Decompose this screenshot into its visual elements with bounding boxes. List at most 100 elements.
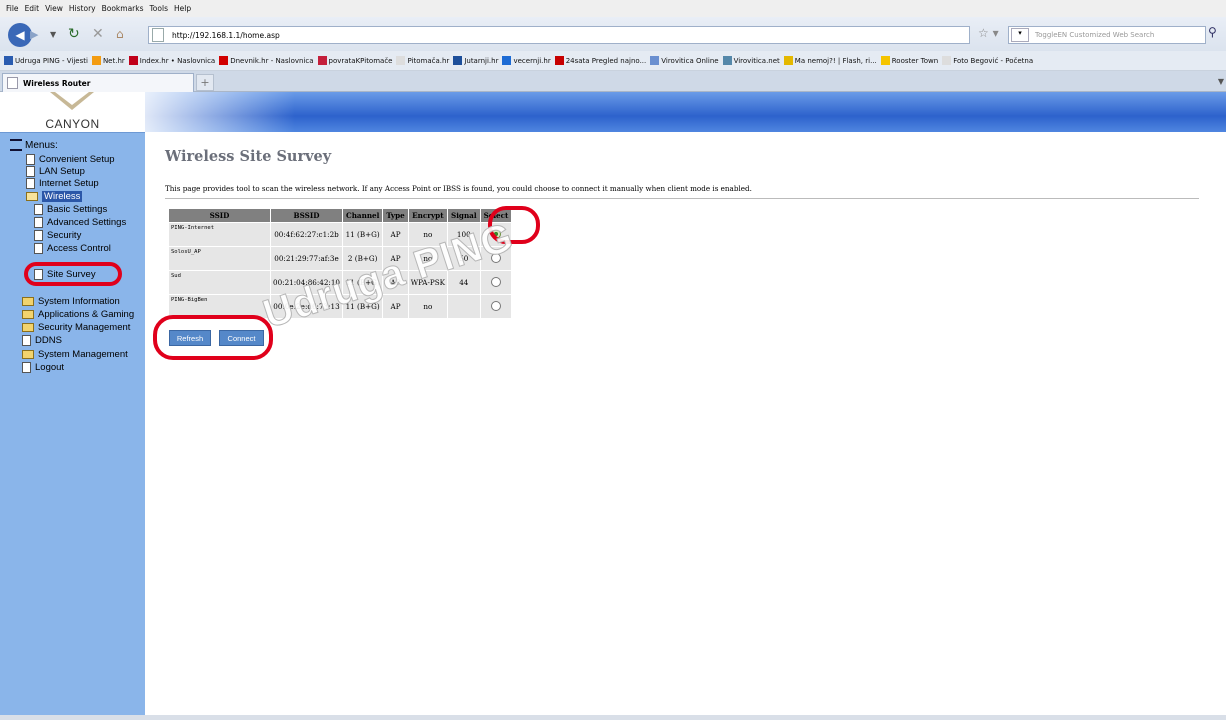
document-icon <box>34 230 43 241</box>
bookmark-item[interactable]: Ma nemoj?! | Flash, ri... <box>783 56 877 65</box>
sidebar-item-label: Logout <box>35 362 65 373</box>
bookmark-item[interactable]: Jutarnji.hr <box>453 56 498 65</box>
highlight-buttons <box>153 315 273 360</box>
bookmark-item[interactable]: povrataKPitomače <box>317 56 392 65</box>
table-header-row: SSID BSSID Channel Type Encrypt Signal S… <box>168 208 513 223</box>
bookmark-label: Dnevnik.hr - Naslovnica <box>230 56 314 65</box>
sidebar-item-label: System Information <box>38 296 120 307</box>
bookmark-item[interactable]: Rooster Town <box>880 56 938 65</box>
cell-signal <box>447 294 481 319</box>
cell-bssid: 00:4f:62:27:c1:2b <box>270 222 343 247</box>
sidebar-item-advanced-settings[interactable]: Advanced Settings <box>34 217 126 228</box>
search-icon[interactable]: ⚲ <box>1208 25 1217 39</box>
tab-wireless-router[interactable]: Wireless Router <box>2 73 194 92</box>
history-dropdown-icon[interactable]: ▼ <box>50 23 56 45</box>
address-bar[interactable]: http://192.168.1.1/home.asp <box>148 26 970 44</box>
sidebar-item-label: Security Management <box>38 322 131 333</box>
cell-ssid: PING-Internet <box>168 222 271 247</box>
cell-select <box>479 270 513 295</box>
bookmark-favicon-icon <box>554 56 564 65</box>
menu-bookmarks[interactable]: Bookmarks <box>102 4 144 13</box>
bookmark-favicon-icon <box>317 56 327 65</box>
canyon-logo: CANYON <box>0 92 145 132</box>
sidebar-item-system-management[interactable]: System Management <box>22 349 128 360</box>
sidebar-item-wireless[interactable]: Wireless <box>26 191 83 202</box>
document-icon <box>34 204 43 215</box>
bookmark-item[interactable]: Udruga PING - Vijesti <box>4 56 88 65</box>
browser-menubar: File Edit View History Bookmarks Tools H… <box>0 0 1226 17</box>
col-signal: Signal <box>447 208 481 223</box>
sidebar-item-label: Security <box>47 230 82 241</box>
sidebar-item-label: Convenient Setup <box>39 154 115 165</box>
col-ssid: SSID <box>168 208 271 223</box>
sidebar-item-applications-gaming[interactable]: Applications & Gaming <box>22 309 134 320</box>
bookmark-label: Ma nemoj?! | Flash, ri... <box>794 56 877 65</box>
bookmark-item[interactable]: vecernji.hr <box>502 56 551 65</box>
document-icon <box>22 335 31 346</box>
tab-page-icon <box>7 77 18 89</box>
sidebar-item-security[interactable]: Security <box>34 230 81 241</box>
cell-ssid: Sud <box>168 270 271 295</box>
sidebar-item-label: Internet Setup <box>39 178 99 189</box>
reload-icon[interactable]: ↻ <box>68 23 80 45</box>
sidebar-item-internet-setup[interactable]: Internet Setup <box>26 178 99 189</box>
bookmark-item[interactable]: Pitomača.hr <box>396 56 449 65</box>
sidebar-item-convenient-setup[interactable]: Convenient Setup <box>26 154 115 165</box>
bookmark-star-icon[interactable]: ☆ ▾ <box>978 26 999 40</box>
sidebar-item-system-information[interactable]: System Information <box>22 296 120 307</box>
menu-tools[interactable]: Tools <box>150 4 168 13</box>
bookmark-label: Virovitica.net <box>733 56 780 65</box>
document-icon <box>26 166 35 177</box>
bookmark-item[interactable]: Virovitica Online <box>650 56 719 65</box>
menu-file[interactable]: File <box>6 4 19 13</box>
cell-type: AP <box>382 222 409 247</box>
new-tab-button[interactable]: + <box>196 74 214 91</box>
menu-history[interactable]: History <box>69 4 96 13</box>
bookmark-item[interactable]: 24sata Pregled najno... <box>554 56 647 65</box>
tab-title: Wireless Router <box>23 78 91 88</box>
bookmark-favicon-icon <box>4 56 13 65</box>
menu-view[interactable]: View <box>45 4 63 13</box>
document-icon <box>22 362 31 373</box>
search-engine-icon[interactable]: ▾ <box>1011 28 1029 42</box>
tab-list-icon[interactable]: ▼ <box>1218 77 1224 86</box>
document-icon <box>34 243 43 254</box>
page-description: This page provides tool to scan the wire… <box>165 184 752 193</box>
cell-select <box>479 294 513 319</box>
home-icon[interactable]: ⌂ <box>116 23 124 45</box>
folder-icon <box>22 323 34 332</box>
bookmark-item[interactable]: Virovitica.net <box>722 56 780 65</box>
stop-icon[interactable]: ✕ <box>92 23 104 45</box>
cell-encrypt: no <box>407 294 449 319</box>
sidebar-item-label: Wireless <box>42 191 83 202</box>
bookmark-item[interactable]: Index.hr • Naslovnica <box>128 56 216 65</box>
sidebar-item-ddns[interactable]: DDNS <box>22 335 62 346</box>
forward-icon[interactable]: ▶ <box>30 23 38 45</box>
sidebar-item-access-control[interactable]: Access Control <box>34 243 111 254</box>
col-type: Type <box>382 208 409 223</box>
col-channel: Channel <box>341 208 384 223</box>
menu-help[interactable]: Help <box>174 4 191 13</box>
bookmark-item[interactable]: Net.hr <box>91 56 125 65</box>
sidebar-item-security-management[interactable]: Security Management <box>22 322 130 333</box>
select-radio[interactable] <box>490 300 501 311</box>
sidebar-item-lan-setup[interactable]: LAN Setup <box>26 166 85 177</box>
bookmark-label: 24sata Pregled najno... <box>565 56 647 65</box>
menu-edit[interactable]: Edit <box>25 4 40 13</box>
sidebar-item-label: System Management <box>38 349 128 360</box>
bookmark-favicon-icon <box>722 56 732 65</box>
sidebar-item-logout[interactable]: Logout <box>22 362 64 373</box>
sidebar-item-basic-settings[interactable]: Basic Settings <box>34 204 107 215</box>
bookmark-item[interactable]: Foto Begović - Početna <box>942 56 1033 65</box>
bookmarks-toolbar: Udruga PING - Vijesti Net.hr Index.hr • Na… <box>0 51 1226 71</box>
bookmark-label: Pitomača.hr <box>407 56 450 65</box>
back-icon[interactable]: ◀ <box>8 23 32 47</box>
select-radio[interactable] <box>490 276 501 287</box>
bookmark-item[interactable]: Dnevnik.hr - Naslovnica <box>219 56 314 65</box>
search-input[interactable]: ▾ ToggleEN Customized Web Search <box>1008 26 1206 44</box>
document-icon <box>34 217 43 228</box>
sidebar-item-label: Access Control <box>47 243 111 254</box>
bookmark-label: Index.hr • Naslovnica <box>139 56 216 65</box>
document-icon <box>26 178 35 189</box>
sidebar-item-label: Applications & Gaming <box>38 309 135 320</box>
